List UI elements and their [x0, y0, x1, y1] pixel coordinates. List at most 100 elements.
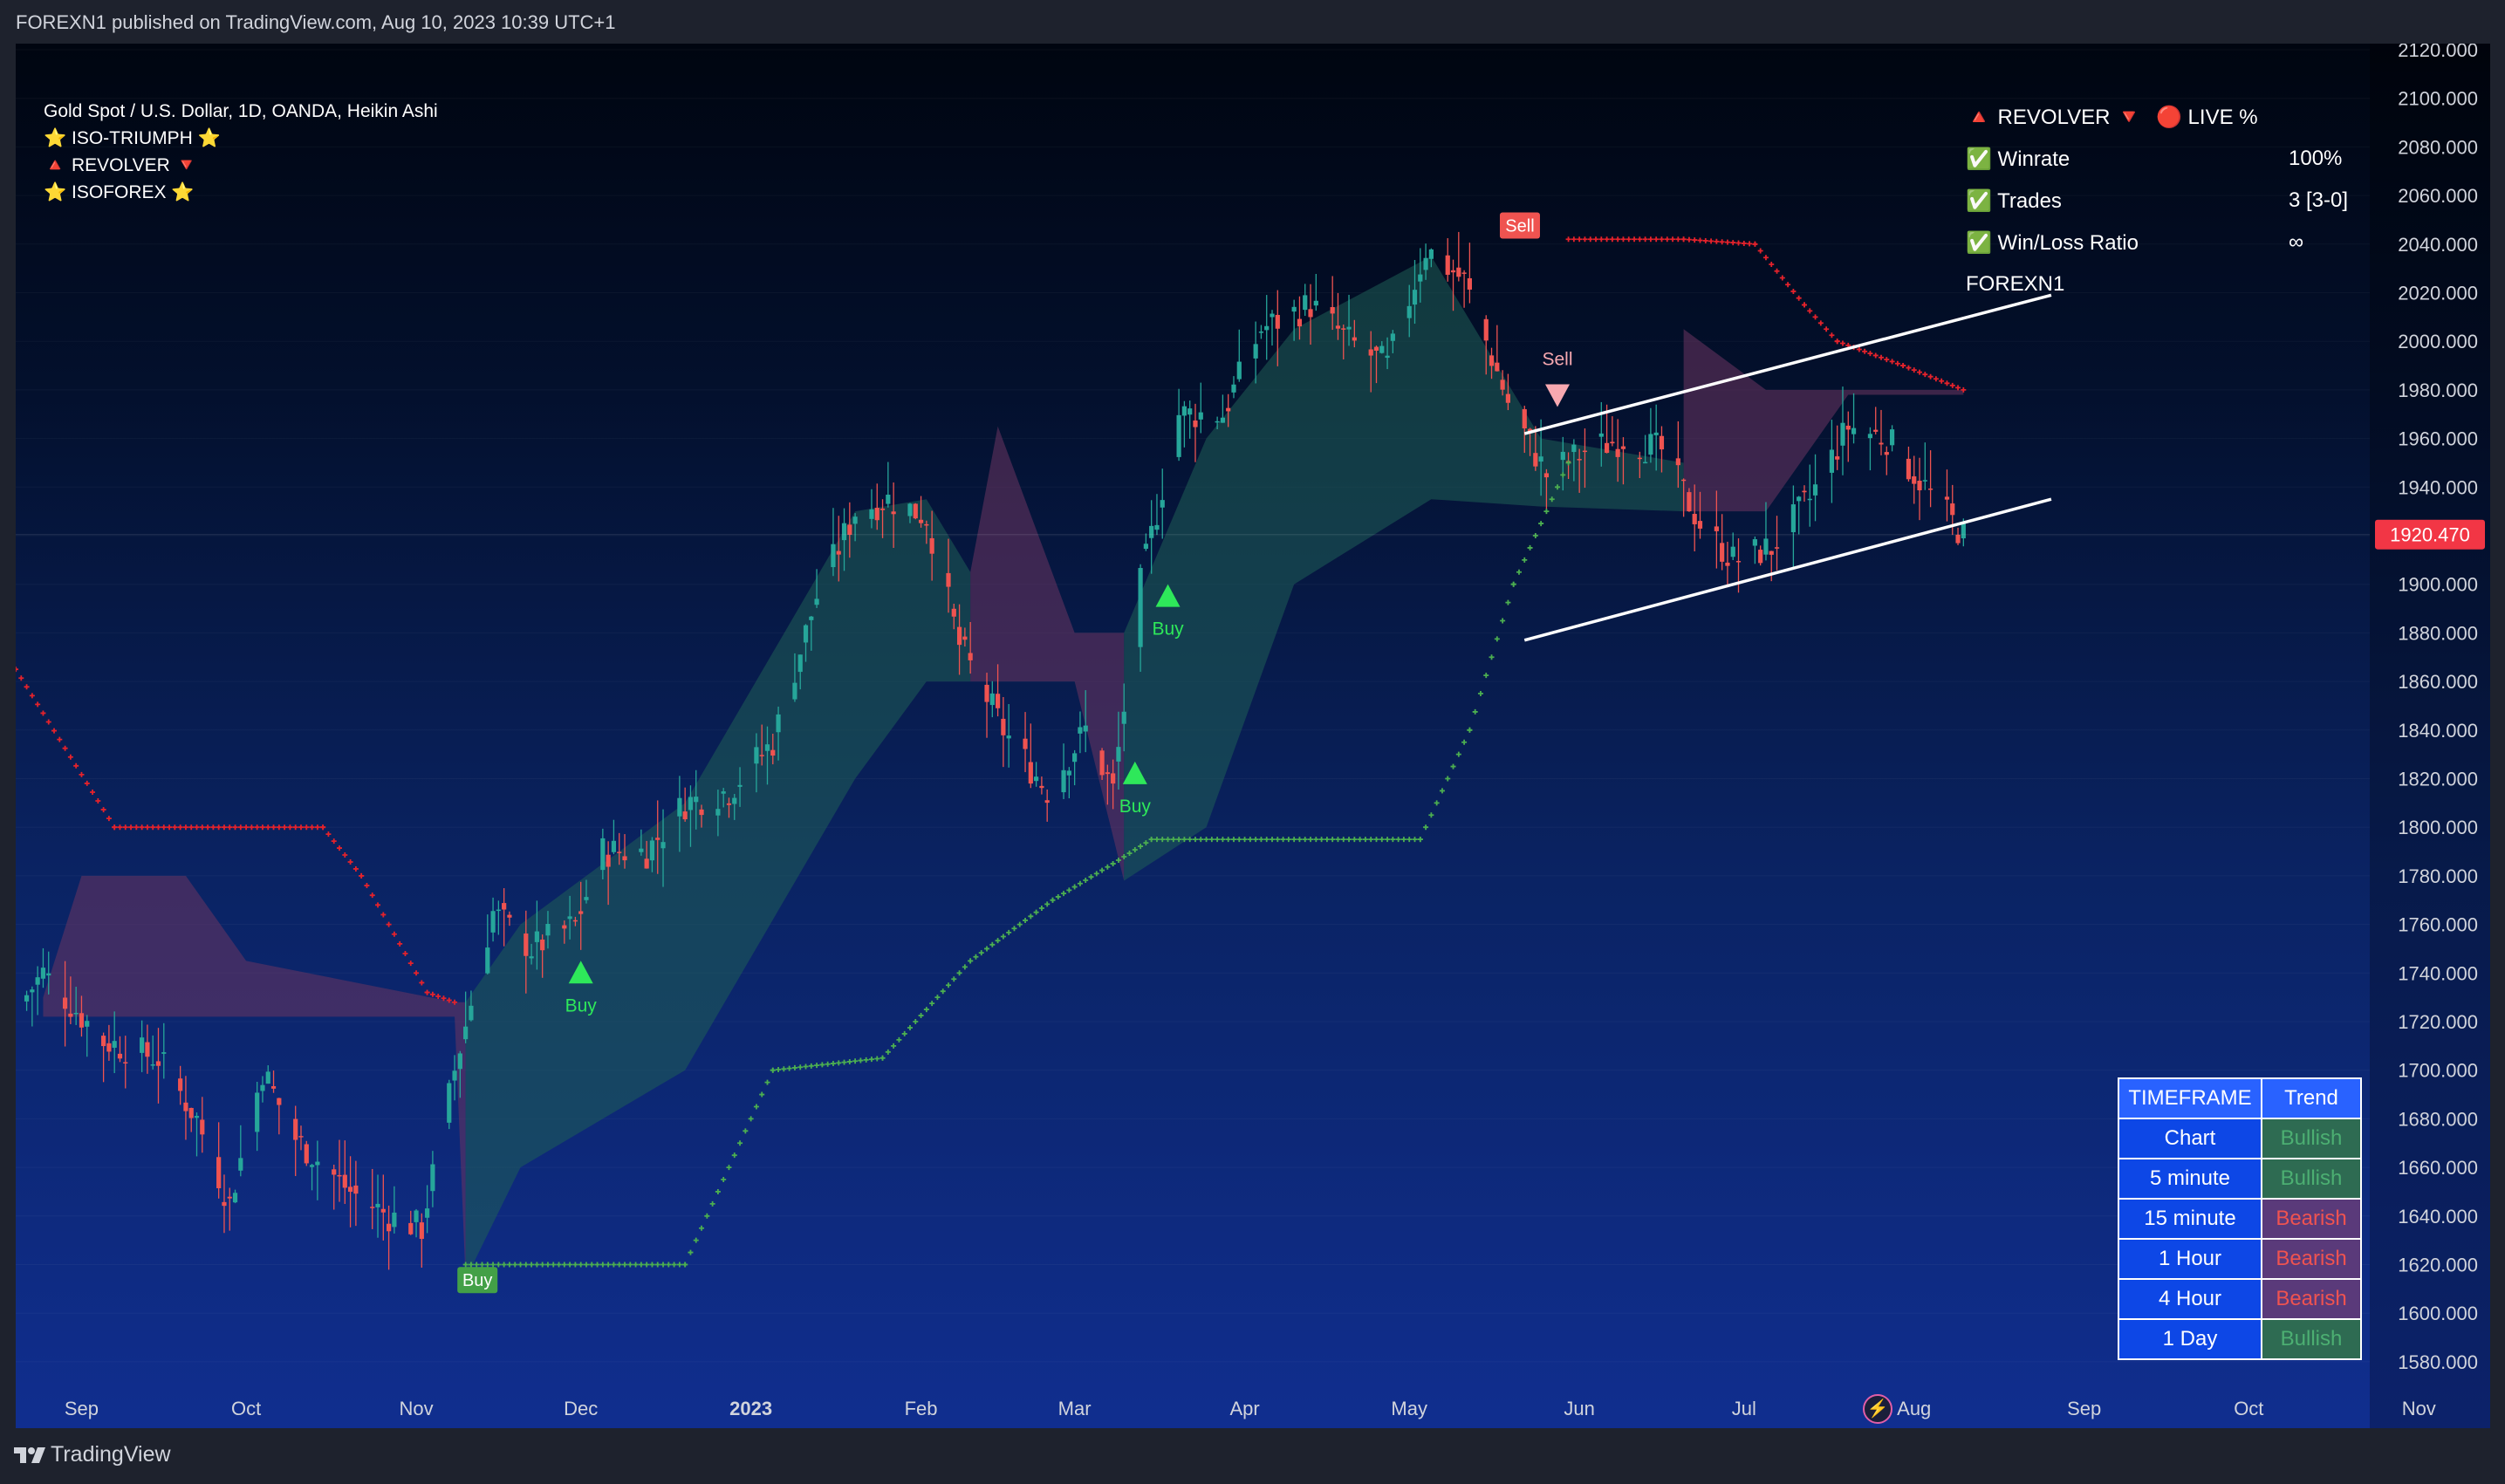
support-trail-dot — [1203, 837, 1209, 843]
support-trail-dot — [1379, 837, 1385, 843]
candle-body — [956, 626, 962, 646]
timeframe-cell: 4 Hour — [2118, 1278, 2262, 1320]
support-trail-dot — [1230, 837, 1236, 843]
candle-body — [1215, 421, 1220, 423]
candle-body — [1725, 562, 1730, 566]
candle-body — [1577, 459, 1582, 461]
support-trail-dot — [709, 1200, 715, 1207]
resistance-trail-dot — [1949, 382, 1955, 388]
support-trail-dot — [544, 1262, 551, 1268]
support-trail-dot — [852, 1058, 859, 1064]
brand-label: TradingView — [51, 1442, 171, 1467]
candle-body — [562, 925, 567, 929]
x-tick-label: Feb — [905, 1398, 938, 1419]
candle-body — [1495, 362, 1500, 372]
resistance-trail-dot — [1577, 236, 1583, 243]
bull-cloud — [1124, 256, 1684, 881]
candle-body — [46, 973, 51, 976]
resistance-trail-dot — [237, 824, 243, 831]
candle-body — [155, 1061, 161, 1066]
support-trail-dot — [1439, 788, 1445, 794]
support-trail-dot — [1489, 654, 1495, 660]
bottom-bar — [0, 1431, 2505, 1484]
candle-body — [1187, 408, 1193, 415]
candle-body — [222, 1201, 227, 1207]
support-trail-dot — [621, 1262, 627, 1268]
support-trail-dot — [1434, 800, 1440, 806]
y-tick-label: 1980.000 — [2398, 380, 2478, 401]
stats-value: 3 [3-0] — [2289, 188, 2349, 212]
candle-body — [1884, 452, 1889, 455]
support-trail-dot — [1428, 812, 1434, 818]
support-trail-dot — [1527, 544, 1533, 551]
support-trail-dot — [956, 970, 962, 976]
candle-body — [332, 1169, 337, 1175]
candle-body — [836, 551, 841, 555]
tradingview-icon — [14, 1446, 45, 1463]
candle-body — [1297, 318, 1303, 327]
resistance-trail-dot — [402, 951, 408, 957]
indicator-revolver[interactable]: 🔺 REVOLVER 🔻 — [44, 152, 438, 179]
support-trail-dot — [682, 1262, 688, 1268]
candle-body — [529, 956, 534, 959]
support-trail-dot — [599, 1262, 606, 1268]
candle-body — [1867, 434, 1873, 439]
symbol-title[interactable]: Gold Spot / U.S. Dollar, 1D, OANDA, Heik… — [44, 98, 438, 125]
sell-flag-label: Sell — [1505, 217, 1534, 236]
trend-cell: Bearish — [2261, 1198, 2362, 1240]
candle-body — [677, 797, 682, 817]
support-trail-dot — [1510, 581, 1516, 587]
indicator-iso-triumph[interactable]: ⭐ ISO-TRIUMPH ⭐ — [44, 125, 438, 152]
candle-body — [463, 1026, 469, 1040]
support-trail-dot — [770, 1067, 776, 1073]
resistance-trail-dot — [276, 824, 282, 831]
candle-body — [886, 495, 891, 504]
resistance-trail-dot — [1659, 236, 1665, 243]
lightning-icon[interactable]: ⚡ — [1863, 1394, 1892, 1424]
support-trail-dot — [737, 1140, 743, 1146]
tradingview-logo[interactable]: TradingView — [14, 1442, 171, 1467]
support-trail-dot — [1198, 837, 1204, 843]
candle-body — [1176, 414, 1181, 457]
candle-body — [1807, 498, 1812, 501]
candle-body — [1121, 711, 1126, 724]
candle-body — [726, 803, 732, 805]
support-trail-dot — [874, 1056, 880, 1062]
candle-body — [737, 784, 743, 787]
candle-body — [1423, 257, 1428, 270]
support-trail-dot — [611, 1262, 617, 1268]
support-trail-dot — [1038, 906, 1044, 912]
candle-body — [277, 1098, 282, 1105]
support-trail-dot — [1083, 877, 1089, 883]
support-trail-dot — [1417, 837, 1423, 843]
support-trail-dot — [534, 1262, 540, 1268]
candle-body — [946, 572, 951, 587]
y-tick-label: 1880.000 — [2398, 622, 2478, 644]
candle-body — [759, 755, 764, 756]
candle-body — [35, 977, 40, 985]
resistance-trail-dot — [1884, 357, 1890, 363]
support-trail-dot — [781, 1066, 787, 1072]
candle-body — [1149, 525, 1154, 538]
resistance-trail-dot — [155, 824, 161, 831]
candle-body — [1072, 753, 1078, 763]
candle-body — [1406, 305, 1412, 318]
candle-body — [540, 939, 545, 951]
support-trail-dot — [743, 1128, 749, 1134]
candle-body — [1675, 458, 1680, 466]
candle-body — [1720, 543, 1725, 562]
indicator-isoforex[interactable]: ⭐ ISOFOREX ⭐ — [44, 179, 438, 206]
candle-body — [496, 909, 501, 912]
support-trail-dot — [594, 1262, 600, 1268]
candle-body — [24, 995, 30, 1002]
support-trail-dot — [1225, 837, 1231, 843]
sell-arrow — [1544, 384, 1570, 407]
support-trail-dot — [1215, 837, 1221, 843]
support-trail-dot — [1395, 837, 1401, 843]
support-trail-dot — [1352, 837, 1358, 843]
candle-body — [62, 997, 68, 1009]
support-trail-dot — [764, 1079, 770, 1085]
support-trail-dot — [973, 954, 979, 960]
support-trail-dot — [791, 1064, 797, 1070]
resistance-trail-dot — [1747, 241, 1753, 247]
